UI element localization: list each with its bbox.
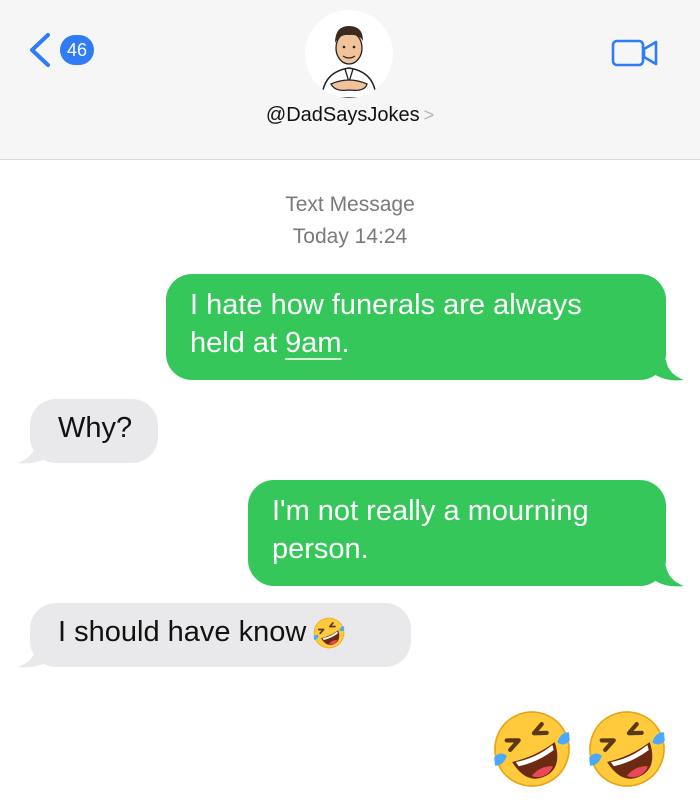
incoming-message-bubble[interactable]: Why? — [30, 399, 158, 463]
data-detector-link[interactable]: 9am — [285, 327, 341, 359]
incoming-message-bubble[interactable]: I should have know — [30, 603, 411, 667]
thread-timestamp: Today 14:24 — [292, 225, 408, 248]
contact-name: @DadSaysJokes — [265, 104, 420, 126]
message-text: Why? — [58, 412, 133, 444]
message-text-line: held at 9am. — [190, 327, 350, 359]
conversation-header: 46 @DadSaysJokes > — [0, 0, 700, 160]
message-text-line: person. — [272, 533, 369, 565]
back-button[interactable]: 46 — [24, 32, 95, 68]
bubble-tail — [18, 443, 48, 464]
outgoing-message-bubble[interactable]: I'm not really a mourning person. — [248, 480, 666, 586]
avatar-illustration — [305, 10, 393, 98]
chevron-right-icon: > — [423, 105, 435, 125]
video-camera-icon[interactable] — [610, 37, 660, 69]
contact-name-row[interactable]: @DadSaysJokes > — [0, 104, 700, 127]
bubble-tail — [18, 647, 48, 668]
chevron-left-icon — [30, 33, 50, 67]
message-text-line: I'm not really a mourning — [272, 495, 589, 527]
bubble-tail — [654, 360, 684, 381]
contact-avatar[interactable] — [305, 10, 393, 98]
rofl-emoji-icon — [312, 616, 346, 650]
thread-type-label: Text Message — [285, 193, 415, 216]
message-text-line: I hate how funerals are always — [190, 289, 582, 321]
message-text: I should have know — [58, 616, 307, 648]
rofl-emoji-icon[interactable] — [585, 707, 669, 791]
unread-count-badge: 46 — [60, 35, 95, 65]
outgoing-message-bubble[interactable]: I hate how funerals are always held at 9… — [166, 274, 666, 380]
bubble-tail — [654, 566, 684, 587]
rofl-emoji-icon[interactable] — [490, 707, 574, 791]
